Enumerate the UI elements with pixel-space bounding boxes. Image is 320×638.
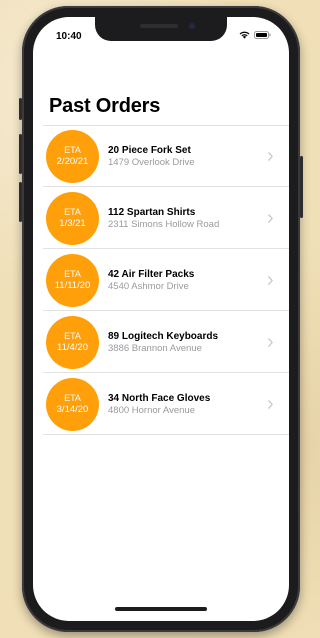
eta-date: 1/3/21: [59, 218, 86, 229]
order-title: 89 Logitech Keyboards: [108, 330, 219, 342]
order-title: 112 Spartan Shirts: [108, 206, 196, 218]
order-address: 4540 Ashmor Drive: [108, 280, 189, 292]
order-title: 20 Piece Fork Set: [108, 144, 191, 156]
speaker-grille: [140, 24, 178, 28]
eta-label: ETA: [64, 145, 81, 155]
eta-date: 11/11/20: [54, 280, 91, 291]
eta-badge: ETA 1/3/21: [46, 191, 99, 245]
action-button: [19, 98, 22, 120]
order-text: 34 North Face Gloves 4800 Hornor Avenue: [108, 392, 265, 417]
status-icons: [239, 31, 271, 39]
order-title: 42 Air Filter Packs: [108, 268, 195, 280]
eta-date: 11/4/20: [57, 342, 88, 353]
chevron-right-icon: [265, 151, 275, 161]
home-indicator[interactable]: [115, 607, 207, 611]
order-row[interactable]: ETA 11/11/20 42 Air Filter Packs 4540 As…: [33, 249, 289, 311]
wifi-icon: [239, 31, 250, 39]
eta-label: ETA: [64, 207, 81, 217]
order-row[interactable]: ETA 2/20/21 20 Piece Fork Set 1479 Overl…: [33, 125, 289, 187]
order-text: 42 Air Filter Packs 4540 Ashmor Drive: [108, 268, 265, 293]
battery-icon: [254, 31, 271, 39]
chevron-right-icon: [265, 213, 275, 223]
order-address: 3886 Brannon Avenue: [108, 342, 202, 354]
eta-badge: ETA 11/11/20: [46, 253, 99, 307]
front-camera: [189, 23, 195, 29]
eta-badge: ETA 11/4/20: [46, 315, 99, 369]
eta-label: ETA: [64, 269, 81, 279]
chevron-right-icon: [265, 337, 275, 347]
eta-badge: ETA 2/20/21: [46, 129, 99, 183]
orders-list: ETA 2/20/21 20 Piece Fork Set 1479 Overl…: [33, 125, 289, 435]
order-address: 1479 Overlook Drive: [108, 156, 195, 168]
phone-frame: 10:40 Past Orders ETA 2/20/21 20 Piece F…: [19, 6, 303, 632]
eta-label: ETA: [64, 393, 81, 403]
order-row[interactable]: ETA 11/4/20 89 Logitech Keyboards 3886 B…: [33, 311, 289, 373]
order-text: 20 Piece Fork Set 1479 Overlook Drive: [108, 144, 265, 169]
chevron-right-icon: [265, 399, 275, 409]
eta-date: 2/20/21: [56, 156, 89, 167]
volume-down-button: [19, 182, 22, 222]
eta-label: ETA: [64, 331, 81, 341]
order-text: 89 Logitech Keyboards 3886 Brannon Avenu…: [108, 330, 265, 355]
page-title: Past Orders: [49, 95, 161, 117]
order-address: 4800 Hornor Avenue: [108, 404, 195, 416]
notch: [95, 17, 227, 41]
order-row[interactable]: ETA 1/3/21 112 Spartan Shirts 2311 Simon…: [33, 187, 289, 249]
volume-up-button: [19, 134, 22, 174]
power-button: [300, 156, 303, 218]
order-text: 112 Spartan Shirts 2311 Simons Hollow Ro…: [108, 206, 265, 231]
order-row[interactable]: ETA 3/14/20 34 North Face Gloves 4800 Ho…: [33, 373, 289, 435]
order-address: 2311 Simons Hollow Road: [108, 218, 220, 230]
eta-badge: ETA 3/14/20: [46, 377, 99, 431]
app-screen: 10:40 Past Orders ETA 2/20/21 20 Piece F…: [33, 17, 289, 621]
chevron-right-icon: [265, 275, 275, 285]
eta-date: 3/14/20: [56, 404, 89, 415]
order-title: 34 North Face Gloves: [108, 392, 211, 404]
status-time: 10:40: [56, 31, 82, 42]
